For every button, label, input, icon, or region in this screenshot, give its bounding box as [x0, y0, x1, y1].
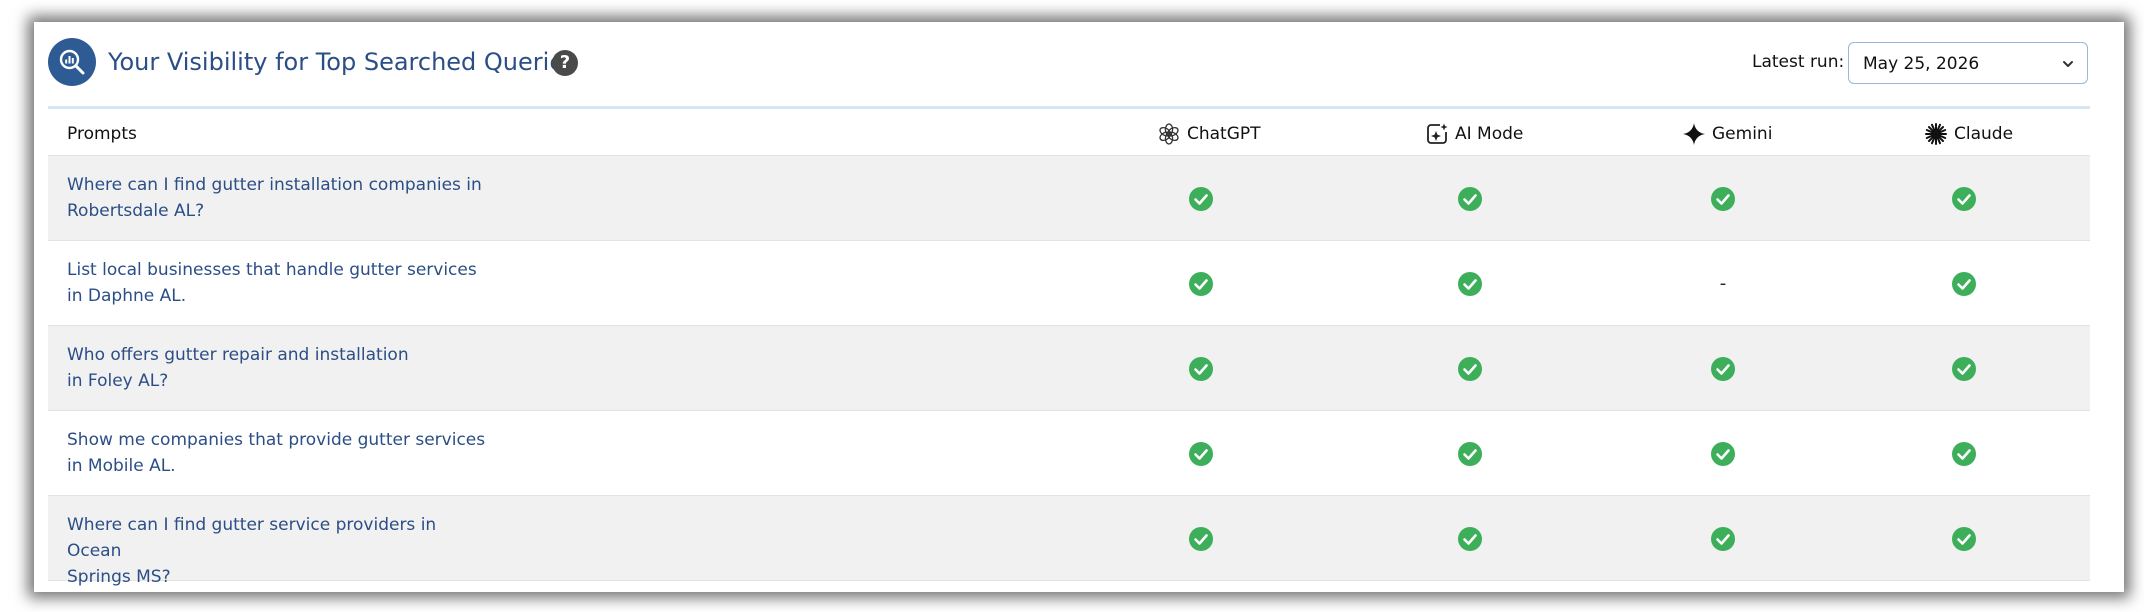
- claude-status-cell: [1951, 526, 1977, 552]
- chatgpt-column-header: ChatGPT: [1157, 122, 1261, 146]
- help-icon[interactable]: ?: [552, 50, 578, 76]
- page-frame: Your Visibility for Top Searched Queries…: [0, 0, 2144, 612]
- header-divider: [48, 106, 2090, 109]
- card-header: Your Visibility for Top Searched Queries…: [34, 22, 2124, 104]
- visibility-table: Prompts ChatGPT AI Mode Gemini Claude Wh…: [48, 110, 2090, 587]
- search-analytics-icon: [48, 38, 96, 86]
- claude-status-cell: [1951, 356, 1977, 382]
- check-circle-icon: [1952, 527, 1976, 551]
- check-circle-icon: [1458, 527, 1482, 551]
- gemini-column-header: Gemini: [1682, 122, 1772, 146]
- visibility-card: Your Visibility for Top Searched Queries…: [34, 22, 2124, 592]
- latest-run-label: Latest run:: [1752, 52, 1845, 72]
- ai-mode-column-header: AI Mode: [1425, 122, 1523, 146]
- check-circle-icon: [1458, 187, 1482, 211]
- ai-mode-icon: [1427, 123, 1448, 144]
- chatgpt-status-cell: [1188, 186, 1214, 212]
- prompts-column-header: Prompts: [67, 124, 137, 144]
- ai-mode-label: AI Mode: [1455, 124, 1524, 144]
- table-row: Who offers gutter repair and installatio…: [48, 326, 2090, 411]
- prompt-text[interactable]: List local businesses that handle gutter…: [67, 257, 487, 309]
- prompt-text[interactable]: Where can I find gutter installation com…: [67, 172, 487, 224]
- gemini-status-cell: [1710, 441, 1736, 467]
- check-circle-icon: [1952, 187, 1976, 211]
- table-row: Show me companies that provide gutter se…: [48, 411, 2090, 496]
- chatgpt-status-cell: [1188, 526, 1214, 552]
- check-circle-icon: [1711, 357, 1735, 381]
- check-circle-icon: [1952, 442, 1976, 466]
- prompt-text[interactable]: Where can I find gutter service provider…: [67, 512, 487, 590]
- chatgpt-icon: [1159, 123, 1179, 145]
- check-circle-icon: [1458, 272, 1482, 296]
- gemini-label: Gemini: [1712, 124, 1773, 144]
- chatgpt-label: ChatGPT: [1187, 124, 1261, 144]
- no-result-dash: -: [1719, 273, 1727, 294]
- check-circle-icon: [1952, 357, 1976, 381]
- claude-status-cell: [1951, 271, 1977, 297]
- table-body: Where can I find gutter installation com…: [48, 156, 2090, 587]
- check-circle-icon: [1189, 442, 1213, 466]
- gemini-status-cell: [1710, 526, 1736, 552]
- ai-mode-status-cell: [1457, 356, 1483, 382]
- check-circle-icon: [1711, 527, 1735, 551]
- check-circle-icon: [1189, 357, 1213, 381]
- claude-icon: [1925, 123, 1947, 145]
- gemini-status-cell: [1710, 356, 1736, 382]
- check-circle-icon: [1189, 187, 1213, 211]
- check-circle-icon: [1189, 272, 1213, 296]
- check-circle-icon: [1711, 442, 1735, 466]
- check-circle-icon: [1189, 527, 1213, 551]
- table-row: List local businesses that handle gutter…: [48, 241, 2090, 326]
- ai-mode-status-cell: [1457, 186, 1483, 212]
- page-title: Your Visibility for Top Searched Queries: [108, 48, 577, 76]
- gemini-icon: [1683, 123, 1705, 145]
- chatgpt-status-cell: [1188, 356, 1214, 382]
- gemini-status-cell: -: [1710, 271, 1736, 297]
- ai-mode-status-cell: [1457, 271, 1483, 297]
- check-circle-icon: [1711, 187, 1735, 211]
- chevron-down-icon: [2063, 61, 2073, 67]
- table-header: Prompts ChatGPT AI Mode Gemini Claude: [48, 110, 2090, 156]
- claude-label: Claude: [1954, 124, 2014, 144]
- prompt-text[interactable]: Show me companies that provide gutter se…: [67, 427, 487, 479]
- ai-mode-status-cell: [1457, 526, 1483, 552]
- table-row: Where can I find gutter service provider…: [48, 496, 2090, 587]
- check-circle-icon: [1952, 272, 1976, 296]
- claude-status-cell: [1951, 441, 1977, 467]
- latest-run-select[interactable]: May 25, 2026: [1848, 42, 2088, 84]
- check-circle-icon: [1458, 357, 1482, 381]
- ai-mode-status-cell: [1457, 441, 1483, 467]
- gemini-status-cell: [1710, 186, 1736, 212]
- claude-column-header: Claude: [1924, 122, 2013, 146]
- claude-status-cell: [1951, 186, 1977, 212]
- check-circle-icon: [1458, 442, 1482, 466]
- table-row: Where can I find gutter installation com…: [48, 156, 2090, 241]
- chatgpt-status-cell: [1188, 441, 1214, 467]
- chatgpt-status-cell: [1188, 271, 1214, 297]
- latest-run-value: May 25, 2026: [1863, 54, 1980, 74]
- prompt-text[interactable]: Who offers gutter repair and installatio…: [67, 342, 487, 394]
